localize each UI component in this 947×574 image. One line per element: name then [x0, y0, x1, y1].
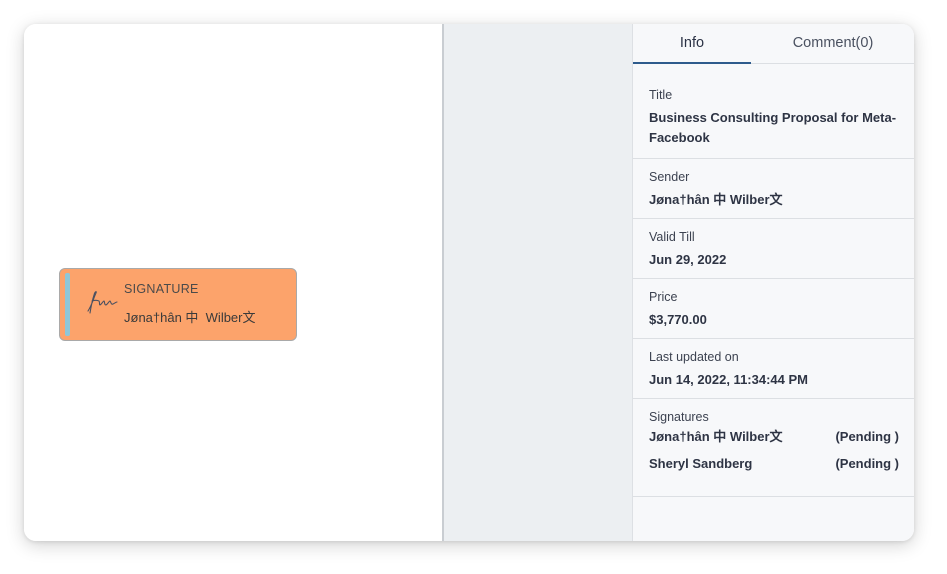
signature-row: Jøna†hân 中 Wilber文 (Pending )	[649, 427, 899, 451]
details-panel: Info Comment(0) Title Business Consultin…	[632, 24, 914, 541]
signatures-label: Signatures	[649, 410, 709, 424]
info-item-sender: Sender Jøna†hân 中 Wilber文	[633, 159, 914, 219]
signature-field[interactable]: SIGNATURE Jøna†hân 中 Wilber文	[59, 268, 297, 341]
last-updated-value: Jun 14, 2022, 11:34:44 PM	[649, 372, 808, 387]
signature-field-signer: Jøna†hân 中 Wilber文	[124, 310, 256, 325]
signer-status-badge: (Pending )	[835, 456, 899, 471]
tab-comments[interactable]: Comment(0)	[751, 24, 914, 64]
document-viewer-background	[442, 24, 632, 541]
info-item-price: Price $3,770.00	[633, 279, 914, 339]
sender-label: Sender	[649, 170, 690, 184]
sender-value: Jøna†hân 中 Wilber文	[649, 192, 783, 207]
title-value: Business Consulting Proposal for Meta-Fa…	[649, 110, 897, 145]
document-page: SIGNATURE Jøna†hân 中 Wilber文	[24, 24, 442, 541]
signature-icon	[87, 291, 118, 314]
app-window: SIGNATURE Jøna†hân 中 Wilber文 Info Commen…	[24, 24, 914, 541]
panel-tabs: Info Comment(0)	[633, 24, 914, 64]
tab-info[interactable]: Info	[633, 24, 751, 64]
title-label: Title	[649, 88, 673, 102]
price-value: $3,770.00	[649, 312, 707, 327]
info-item-signatures: Signatures Jøna†hân 中 Wilber文 (Pending )…	[633, 399, 914, 497]
signer-status-badge: (Pending )	[835, 429, 899, 444]
signer-name: Sheryl Sandberg	[649, 456, 753, 471]
price-label: Price	[649, 290, 678, 304]
valid-till-value: Jun 29, 2022	[649, 252, 727, 267]
info-item-last-updated: Last updated on Jun 14, 2022, 11:34:44 P…	[633, 339, 914, 399]
signature-field-label: SIGNATURE	[124, 282, 199, 296]
info-item-valid-till: Valid Till Jun 29, 2022	[633, 219, 914, 279]
last-updated-label: Last updated on	[649, 350, 739, 364]
signer-name: Jøna†hân 中 Wilber文	[649, 429, 783, 444]
signature-row: Sheryl Sandberg (Pending )	[649, 454, 899, 478]
signature-field-accent-bar	[65, 273, 70, 336]
valid-till-label: Valid Till	[649, 230, 695, 244]
info-list: Title Business Consulting Proposal for M…	[633, 64, 914, 497]
info-item-title: Title Business Consulting Proposal for M…	[633, 64, 914, 159]
